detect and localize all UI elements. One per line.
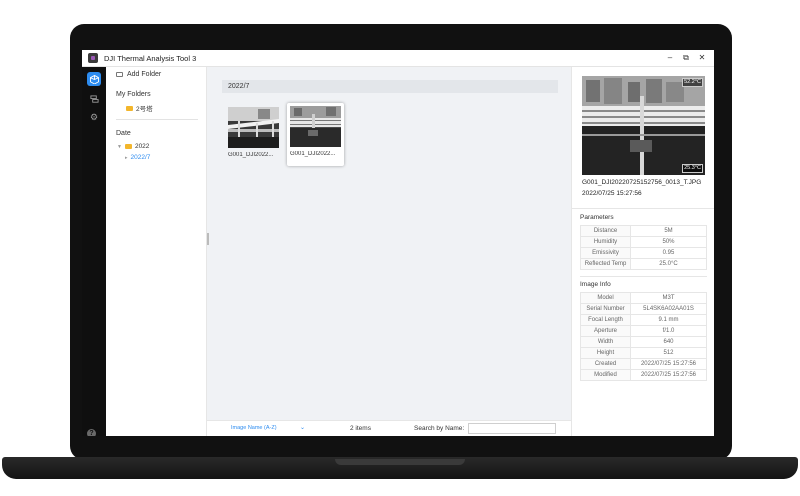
app-logo-icon (88, 53, 98, 63)
add-folder-button[interactable]: Add Folder (116, 71, 161, 78)
param-label: Reflected Temp (580, 258, 631, 270)
info-label: Width (580, 336, 631, 348)
folder-label: 2号塔 (136, 106, 153, 113)
chevron-down-icon[interactable]: ⌄ (300, 424, 305, 431)
table-row: Distance 5M (580, 225, 707, 237)
info-label: Modified (580, 369, 631, 381)
minimize-button[interactable]: – (666, 53, 674, 63)
table-row: Width 640 (580, 336, 707, 348)
resize-handle[interactable] (207, 233, 209, 245)
gear-icon[interactable]: ⚙ (87, 110, 101, 124)
table-row: Created 2022/07/25 15:27:56 (580, 358, 707, 370)
maximize-button[interactable]: ⧉ (682, 53, 690, 63)
info-value: 512 (630, 347, 707, 359)
sort-select[interactable]: Image Name (A-Z) (231, 425, 277, 431)
info-value: M3T (630, 292, 707, 304)
image-grid-area: 2022/7 G001_DJI2022... G001_DJI2022... (207, 67, 571, 420)
search-label: Search by Name: (414, 425, 465, 432)
cube-icon[interactable] (87, 72, 101, 86)
window-title: DJI Thermal Analysis Tool 3 (104, 53, 197, 63)
item-count: 2 items (350, 425, 371, 432)
param-label: Distance (580, 225, 631, 237)
laptop-notch (335, 459, 465, 465)
max-temp-label: 52.2°C (682, 78, 703, 87)
table-row: Reflected Temp 25.0°C (580, 258, 707, 270)
param-label: Emissivity (580, 247, 631, 259)
info-value: 9.1 mm (630, 314, 707, 326)
table-row: Model M3T (580, 292, 707, 304)
year-label: 2022 (134, 143, 150, 150)
table-row: Modified 2022/07/25 15:27:56 (580, 369, 707, 381)
parameters-title: Parameters (580, 214, 614, 221)
info-label: Aperture (580, 325, 631, 337)
param-label: Humidity (580, 236, 631, 248)
folder-icon (124, 144, 132, 149)
table-row: Serial Number 5L4SK6A02AA01S (580, 303, 707, 315)
caret-right-icon: ▸ (125, 154, 128, 161)
info-label: Created (580, 358, 631, 370)
table-row: Focal Length 9.1 mm (580, 314, 707, 326)
image-info-table: Model M3T Serial Number 5L4SK6A02AA01S Foc… (580, 292, 707, 381)
param-value: 25.0°C (630, 258, 707, 270)
file-name: G001_DJI20220725152756_0013_T.JPG (582, 179, 702, 186)
window-controls: – ⧉ ✕ (666, 53, 706, 63)
date-year-item[interactable]: ▼ 2022 (117, 143, 149, 150)
table-row: Humidity 50% (580, 236, 707, 248)
info-label: Model (580, 292, 631, 304)
info-value: f/1.0 (630, 325, 707, 337)
app-window: DJI Thermal Analysis Tool 3 – ⧉ ✕ ⚙ ? Ad… (82, 50, 714, 436)
min-temp-label: 25.3°C (682, 164, 703, 173)
info-value: 2022/07/25 15:27:56 (630, 369, 707, 381)
date-month-item[interactable]: ▸ 2022/7 (125, 154, 150, 161)
divider (580, 276, 707, 277)
thumbnail-image (290, 106, 341, 147)
param-value: 50% (630, 236, 707, 248)
table-row: Emissivity 0.95 (580, 247, 707, 259)
folder-item[interactable]: 2号塔 (126, 103, 153, 113)
parameters-table: Distance 5M Humidity 50% Emissivity 0.95 Re… (580, 225, 707, 270)
my-folders-title: My Folders (116, 91, 151, 98)
thumbnail[interactable]: G001_DJI2022... (225, 104, 282, 167)
file-datetime: 2022/07/25 15:27:56 (582, 190, 642, 197)
info-label: Focal Length (580, 314, 631, 326)
info-value: 2022/07/25 15:27:56 (630, 358, 707, 370)
title-bar: DJI Thermal Analysis Tool 3 – ⧉ ✕ (82, 50, 714, 67)
thumbnail-caption: G001_DJI2022... (228, 152, 274, 158)
divider (116, 119, 198, 120)
bottom-bar: Image Name (A-Z) ⌄ 2 items Search by Nam… (207, 420, 571, 436)
param-value: 0.95 (630, 247, 707, 259)
info-value: 640 (630, 336, 707, 348)
group-header: 2022/7 (222, 80, 558, 93)
table-row: Height 512 (580, 347, 707, 359)
icon-rail: ⚙ ? (82, 67, 106, 436)
thumbnail-image (228, 107, 279, 148)
sidebar: Add Folder My Folders 2号塔 Date ▼ 2022 ▸ … (106, 67, 207, 436)
caret-down-icon[interactable]: ▼ (117, 144, 122, 150)
folder-icon (126, 105, 133, 111)
table-row: Aperture f/1.0 (580, 325, 707, 337)
param-value: 5M (630, 225, 707, 237)
add-folder-label: Add Folder (127, 71, 162, 78)
image-info-title: Image Info (580, 281, 611, 288)
divider (572, 208, 714, 209)
thumbnail-selected[interactable]: G001_DJI2022... (287, 103, 344, 166)
month-label: 2022/7 (130, 154, 151, 161)
layers-icon[interactable] (87, 92, 101, 106)
thumbnail-caption: G001_DJI2022... (290, 151, 336, 157)
date-title: Date (116, 130, 131, 137)
detail-panel: 52.2°C 25.3°C G001_DJI20220725152756_001… (571, 67, 714, 436)
info-label: Height (580, 347, 631, 359)
search-input[interactable] (468, 423, 556, 434)
help-icon[interactable]: ? (87, 429, 96, 436)
close-button[interactable]: ✕ (698, 53, 706, 63)
thermal-preview: 52.2°C 25.3°C (582, 76, 705, 175)
add-folder-icon (116, 72, 123, 77)
info-value: 5L4SK6A02AA01S (630, 303, 707, 315)
info-label: Serial Number (580, 303, 631, 315)
